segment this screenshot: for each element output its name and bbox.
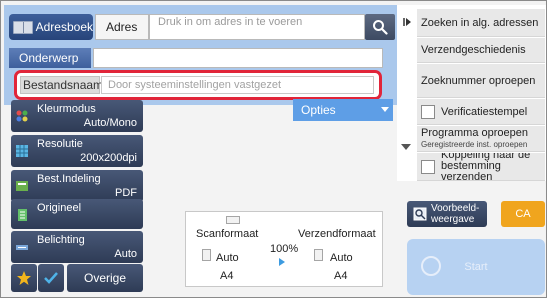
color-mode-value: Auto/Mono [83,117,137,129]
verification-checkbox[interactable] [421,104,435,119]
star-icon [17,271,31,285]
right-menu: Zoeken in alg. adressen Verzendgeschiede… [397,5,546,181]
bottom-toolbar: Overige [11,264,143,292]
exposure-icon [16,245,28,250]
filename-label: Bestandsnaam [20,76,103,94]
subject-input[interactable] [93,48,383,68]
menu-item-link-send[interactable]: Koppeling naar de bestemming verzenden [417,153,545,181]
address-book-label: Adresboek [35,20,93,34]
preview-button[interactable]: Voorbeeld-weergave [407,201,487,227]
resolution-icon [16,145,28,157]
menu-item-label: Zoeknummer oproepen [421,74,536,87]
menu-item-search-global-address[interactable]: Zoeken in alg. adressen [417,9,545,37]
scanner-icon [226,216,240,224]
search-icon [373,20,388,35]
chevron-down-icon [381,107,389,112]
menu-item-label: Programma oproepen [421,126,529,139]
resolution-value: 200x200dpi [80,152,137,164]
color-mode-label: Kleurmodus [37,103,96,115]
original-button[interactable]: Origineel [11,199,143,229]
scan-size-label: Scanformaat [196,228,259,240]
collapse-button[interactable] [397,9,417,35]
exposure-button[interactable]: Belichting Auto [11,231,143,263]
clear-all-button[interactable]: CA [501,201,545,227]
exposure-label: Belichting [37,234,85,246]
ratio-value: 100% [270,243,299,255]
address-label: Adres [95,14,149,40]
size-panel[interactable]: Scanformaat Verzendformaat 100% Auto A4 … [185,211,383,287]
file-format-icon [16,181,28,191]
start-button[interactable]: Start [407,239,545,295]
menu-item-send-history[interactable]: Verzendgeschiedenis [417,38,545,63]
exposure-value: Auto [114,248,137,260]
send-paper-size: A4 [334,270,348,282]
scan-auto-value: Auto [216,252,239,264]
menu-item-label: Verzendgeschiedenis [421,44,526,56]
file-format-label: Best.Indeling [37,173,101,185]
menu-item-label: Verificatiestempel [441,105,528,118]
resolution-button[interactable]: Resolutie 200x200dpi [11,135,143,167]
confirm-button[interactable] [38,264,64,292]
menu-item-sublabel: Geregistreerde inst. oproepen [421,139,528,149]
filename-input: Door systeeminstellingen vastgezet [101,76,374,94]
send-size-label: Verzendformaat [298,228,376,240]
checkmark-icon [44,272,58,284]
send-document-icon [314,249,323,261]
preview-icon [413,207,427,221]
original-label: Origineel [37,202,82,214]
resolution-label: Resolutie [37,138,83,150]
menu-item-label: Zoeken in alg. adressen [421,16,539,29]
address-book-button[interactable]: Adresboek [9,14,93,40]
link-send-checkbox[interactable] [421,159,435,174]
menu-item-program-recall[interactable]: Programma oproepen Geregistreerde inst. … [417,126,545,152]
color-mode-button[interactable]: Kleurmodus Auto/Mono [11,100,143,132]
menu-item-label: Koppeling naar de bestemming verzenden [441,153,531,181]
address-panel: Adresboek Adres Druk in om adres in te v… [4,5,416,105]
scroll-down-button[interactable] [399,141,413,153]
scan-paper-size: A4 [220,270,234,282]
screen: Adresboek Adres Druk in om adres in te v… [0,0,547,298]
subject-row: Onderwerp [9,48,383,68]
arrow-right-icon [279,258,285,266]
subject-label[interactable]: Onderwerp [9,48,91,68]
preview-label: Voorbeeld-weergave [431,203,480,225]
original-icon [18,209,27,221]
start-icon [421,256,441,276]
search-button[interactable] [365,14,395,40]
address-input[interactable]: Druk in om adres in te voeren [149,14,365,40]
others-button[interactable]: Overige [67,264,143,292]
menu-item-search-number[interactable]: Zoeknummer oproepen [417,64,545,98]
address-book-icon [13,20,33,34]
send-auto-value: Auto [330,252,353,264]
options-label: Opties [301,103,336,117]
file-format-value: PDF [115,187,137,199]
options-tab[interactable]: Opties [293,99,393,121]
collapse-arrow-icon [403,18,411,26]
chevron-down-icon [401,144,411,150]
scan-document-icon [202,249,211,261]
menu-item-verification-stamp[interactable]: Verificatiestempel [417,99,545,125]
favorite-button[interactable] [11,264,37,292]
filename-row-highlight: Bestandsnaam Door systeeminstellingen va… [14,70,382,100]
file-format-button[interactable]: Best.Indeling PDF [11,170,143,202]
start-label: Start [464,261,488,273]
color-mode-icon [16,110,28,122]
